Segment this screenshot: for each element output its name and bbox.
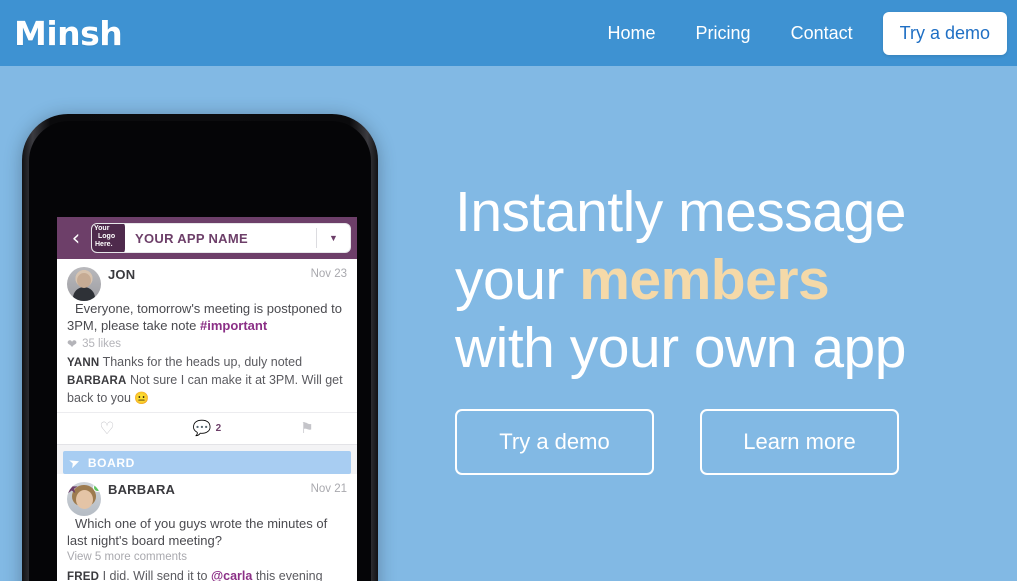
learn-more-button[interactable]: Learn more [700,409,899,475]
post-date: Nov 23 [310,268,347,280]
try-a-demo-button-hero[interactable]: Try a demo [455,409,654,475]
like-button[interactable]: ♡ [57,413,157,444]
comment-text: I did. Will send it to [99,569,211,581]
hero-headline: Instantly message your members with your… [455,178,1015,382]
comment-author: BARBARA [67,375,127,387]
logo-badge-line1: Your [94,224,110,232]
hero-headline-line2-prefix: your [455,248,580,312]
your-logo-here-badge: Your Logo Here. [92,224,125,252]
app-name-label: YOUR APP NAME [135,230,248,246]
post-header: JON Nov 23 [67,267,347,301]
comment-item: YANN Thanks for the heads up, duly noted [67,354,347,372]
phone-bezel: ‹ Your Logo Here. YOUR APP NAME ▼ JON No… [29,121,371,581]
mention-carla[interactable]: @carla [211,569,252,581]
comment-list: FRED I did. Will send it to @carla this … [67,567,347,581]
hero-section: Instantly message your members with your… [455,178,1015,475]
comment-item: BARBARA Not sure I can make it at 3PM. W… [67,372,347,407]
app-title-pill[interactable]: Your Logo Here. YOUR APP NAME ▼ [91,223,351,253]
post-card-jon: JON Nov 23 Everyone, tomorrow's meeting … [57,259,357,445]
comment-text-after: this evening [252,569,323,581]
post-body-text: Which one of you guys wrote the minutes … [67,516,328,548]
try-a-demo-button-header[interactable]: Try a demo [882,11,1007,55]
message-feed[interactable]: JON Nov 23 Everyone, tomorrow's meeting … [57,259,357,581]
post-card-barbara: ★ BARBARA Nov 21 Which one of you guys w… [57,474,357,581]
nav-link-home[interactable]: Home [588,0,676,66]
post-body: Which one of you guys wrote the minutes … [67,515,347,549]
comment-author: FRED [67,571,100,581]
online-status-dot [93,483,101,492]
hashtag-important[interactable]: #important [200,318,267,333]
star-badge-icon: ★ [67,482,79,497]
top-navigation-bar: Minsh Home Pricing Contact Try a demo [0,0,1017,66]
hero-headline-line2: your members [455,246,1015,314]
post-body: Everyone, tomorrow's meeting is postpone… [67,300,347,334]
comment-bubble-icon: 💬 [192,420,212,437]
back-chevron-icon[interactable]: ‹ [65,227,87,249]
comment-list: YANN Thanks for the heads up, duly noted… [67,353,347,412]
phone-mockup: ‹ Your Logo Here. YOUR APP NAME ▼ JON No… [22,114,378,581]
logo-badge-line3: Here. [95,240,113,248]
view-more-comments-link[interactable]: View 5 more comments [67,549,347,567]
likes-count-label: 35 likes [82,338,122,350]
rocket-icon: ➤ [66,453,82,471]
heart-outline-icon: ♡ [99,419,115,438]
hero-headline-accent-word: members [579,248,830,312]
avatar[interactable] [67,267,101,301]
hero-cta-group: Try a demo Learn more [455,409,1015,475]
comment-text: Thanks for the heads up, duly noted [99,355,303,369]
board-banner[interactable]: ➤ BOARD [63,451,351,474]
phone-screen: ‹ Your Logo Here. YOUR APP NAME ▼ JON No… [57,217,357,581]
flag-outline-icon: ⚑ [300,420,314,437]
comment-item: FRED I did. Will send it to @carla this … [67,568,347,581]
emoji-neutral-face-icon: 😐 [134,391,150,405]
logo-badge-line2: Logo [98,232,116,240]
app-header-bar: ‹ Your Logo Here. YOUR APP NAME ▼ [57,217,357,259]
avatar[interactable]: ★ [67,482,101,516]
likes-row: ❤ 35 likes [67,334,347,353]
post-date: Nov 21 [310,483,347,495]
nav-link-pricing[interactable]: Pricing [676,0,771,66]
post-header: ★ BARBARA Nov 21 [67,482,347,516]
hero-headline-line3: with your own app [455,316,906,380]
comment-button[interactable]: 💬 2 [157,413,257,444]
chevron-down-icon[interactable]: ▼ [316,228,350,248]
comment-count: 2 [215,423,222,434]
hero-headline-line1: Instantly message [455,180,906,244]
post-action-bar: ♡ 💬 2 ⚑ [57,412,357,444]
heart-filled-icon: ❤ [67,337,78,351]
board-banner-label: BOARD [87,455,135,470]
nav-links-group: Home Pricing Contact Try a demo [588,0,1009,66]
brand-logo[interactable]: Minsh [14,17,123,50]
comment-author: YANN [67,357,100,369]
nav-link-contact[interactable]: Contact [771,0,873,66]
flag-button[interactable]: ⚑ [257,413,357,444]
